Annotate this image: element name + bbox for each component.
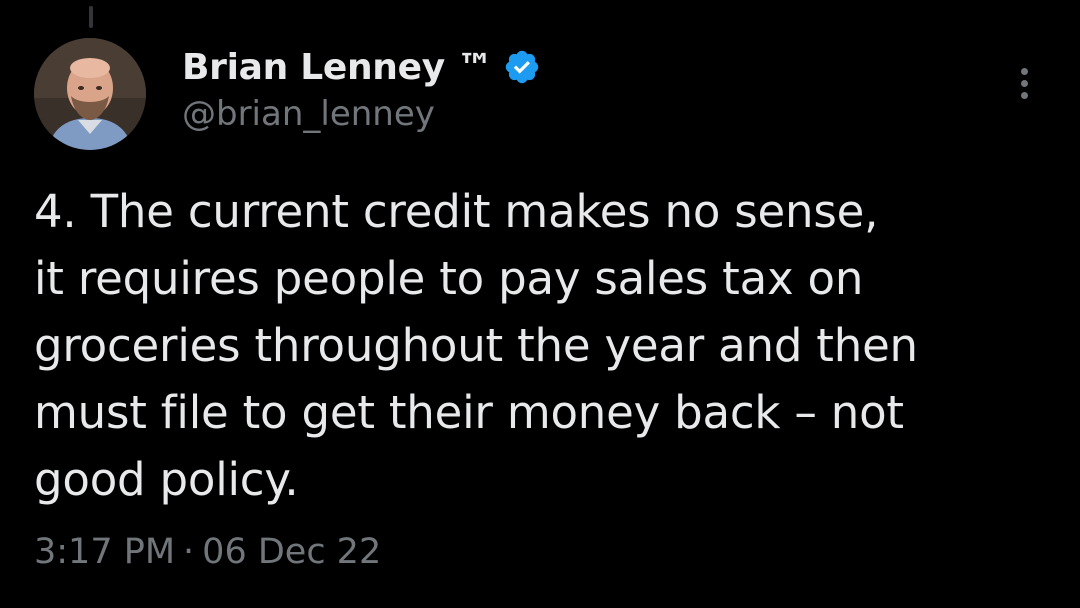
thread-connector-line <box>89 6 93 28</box>
tweet-date[interactable]: 06 Dec 22 <box>202 532 381 572</box>
tweet-text-line: good policy. <box>34 453 299 506</box>
tweet-text-line: must file to get their money back – not <box>34 386 904 439</box>
author-handle[interactable]: @brian_lenney <box>182 94 435 134</box>
more-options-button[interactable] <box>1004 60 1044 106</box>
tweet-text-line: it requires people to pay sales tax on <box>34 252 864 305</box>
tweet-text-line: groceries throughout the year and then <box>34 319 918 372</box>
tweet-timestamp[interactable]: 3:17 PM · 06 Dec 22 <box>34 532 381 572</box>
avatar[interactable] <box>34 38 146 150</box>
more-options-icon-dot <box>1020 79 1028 87</box>
more-options-icon <box>1020 67 1028 75</box>
tweet-text: 4. The current credit makes no sense, it… <box>34 178 1044 513</box>
meta-separator: · <box>183 532 195 572</box>
more-options-icon-dot <box>1020 91 1028 99</box>
verified-badge-icon <box>503 48 541 86</box>
display-name[interactable]: Brian Lenney ™ <box>182 47 493 88</box>
author-name-row[interactable]: Brian Lenney ™ <box>182 44 541 90</box>
tweet-text-line: 4. The current credit makes no sense, <box>34 185 879 238</box>
profile-photo-icon <box>34 38 146 150</box>
tweet-time[interactable]: 3:17 PM <box>34 532 175 572</box>
